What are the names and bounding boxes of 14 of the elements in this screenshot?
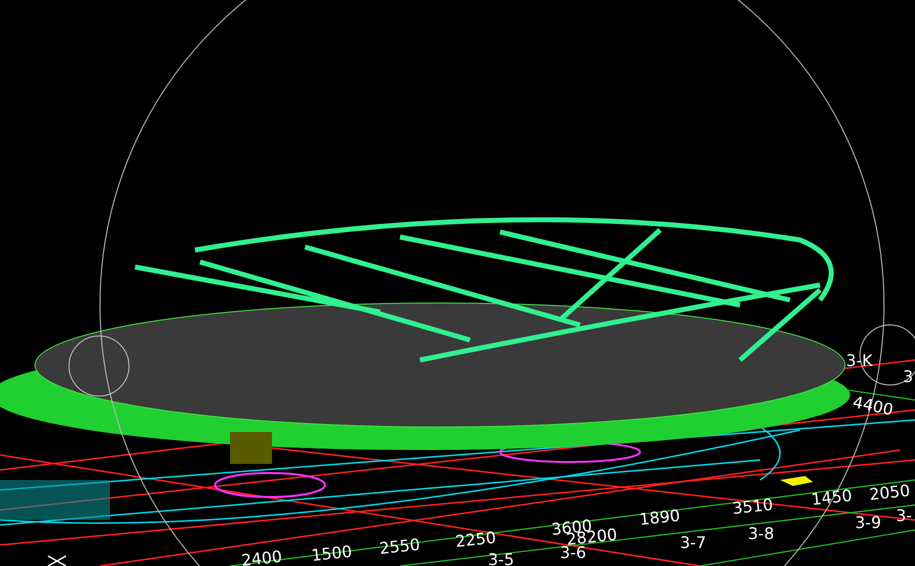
axis-label: 3-9	[855, 513, 882, 532]
close-icon[interactable]	[47, 555, 67, 566]
dimension-label: 4400	[851, 392, 895, 420]
dimension-label: 2050	[868, 480, 911, 504]
dimension-label: 1450	[810, 486, 853, 509]
axis-label: 3-8	[748, 524, 774, 543]
dimension-label: 3510	[731, 494, 774, 518]
dimension-label: 2550	[378, 534, 421, 558]
dimension-label: 1890	[638, 506, 681, 529]
axis-label: 3-5	[488, 550, 514, 566]
dimension-label: 2400	[240, 546, 283, 566]
dimension-label: 1500	[310, 542, 353, 565]
axis-label: 3-7	[680, 533, 706, 552]
dimension-label: 2250	[454, 528, 497, 551]
